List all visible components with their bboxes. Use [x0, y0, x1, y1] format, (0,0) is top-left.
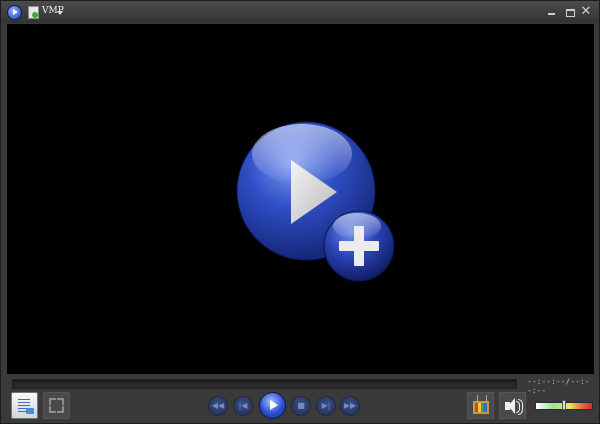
arrow-icon: [26, 408, 34, 414]
plus-vertical: [354, 226, 364, 266]
minimize-button[interactable]: [544, 5, 558, 19]
previous-button[interactable]: |◀: [233, 396, 253, 416]
player-window: VMP ✕ --:--:--/--:--:-- ◀◀ |◀ ■ ▶| ▶▶: [0, 0, 600, 424]
maximize-button[interactable]: [563, 5, 577, 19]
fullscreen-button[interactable]: [43, 392, 70, 419]
video-area[interactable]: [7, 24, 594, 374]
open-media-play-plus-icon[interactable]: [229, 120, 399, 290]
maximize-icon: [565, 9, 575, 17]
fullscreen-icon: [49, 406, 56, 413]
play-button[interactable]: [259, 392, 286, 419]
play-circle-icon[interactable]: [7, 5, 22, 20]
next-button[interactable]: ▶|: [316, 396, 336, 416]
stop-icon: ■: [297, 401, 305, 410]
time-display: --:--:--/--:--:--: [527, 377, 590, 395]
title-bar[interactable]: VMP ✕: [1, 1, 599, 23]
fast-forward-icon: ▶▶: [343, 401, 357, 410]
mute-button[interactable]: [499, 392, 526, 419]
fullscreen-icon: [57, 398, 64, 405]
close-button[interactable]: ✕: [579, 5, 593, 19]
chevron-down-icon[interactable]: [57, 11, 63, 15]
minimize-icon: [547, 13, 555, 15]
fullscreen-icon: [49, 398, 56, 405]
volume-slider[interactable]: [535, 400, 593, 410]
fast-forward-button[interactable]: ▶▶: [340, 396, 360, 416]
seek-bar[interactable]: [12, 379, 517, 389]
file-icon[interactable]: [28, 6, 39, 19]
sound-wave-icon: [518, 399, 523, 415]
tv-icon: [473, 401, 489, 414]
rewind-icon: ◀◀: [211, 401, 225, 410]
previous-icon: |◀: [238, 401, 248, 410]
playlist-button[interactable]: [11, 392, 38, 419]
next-icon: ▶|: [321, 401, 331, 410]
volume-slider-thumb[interactable]: [562, 400, 566, 410]
tv-button[interactable]: [467, 392, 494, 419]
speaker-icon: [505, 398, 515, 414]
rewind-button[interactable]: ◀◀: [208, 396, 228, 416]
fullscreen-icon: [57, 406, 64, 413]
stop-button[interactable]: ■: [291, 396, 311, 416]
